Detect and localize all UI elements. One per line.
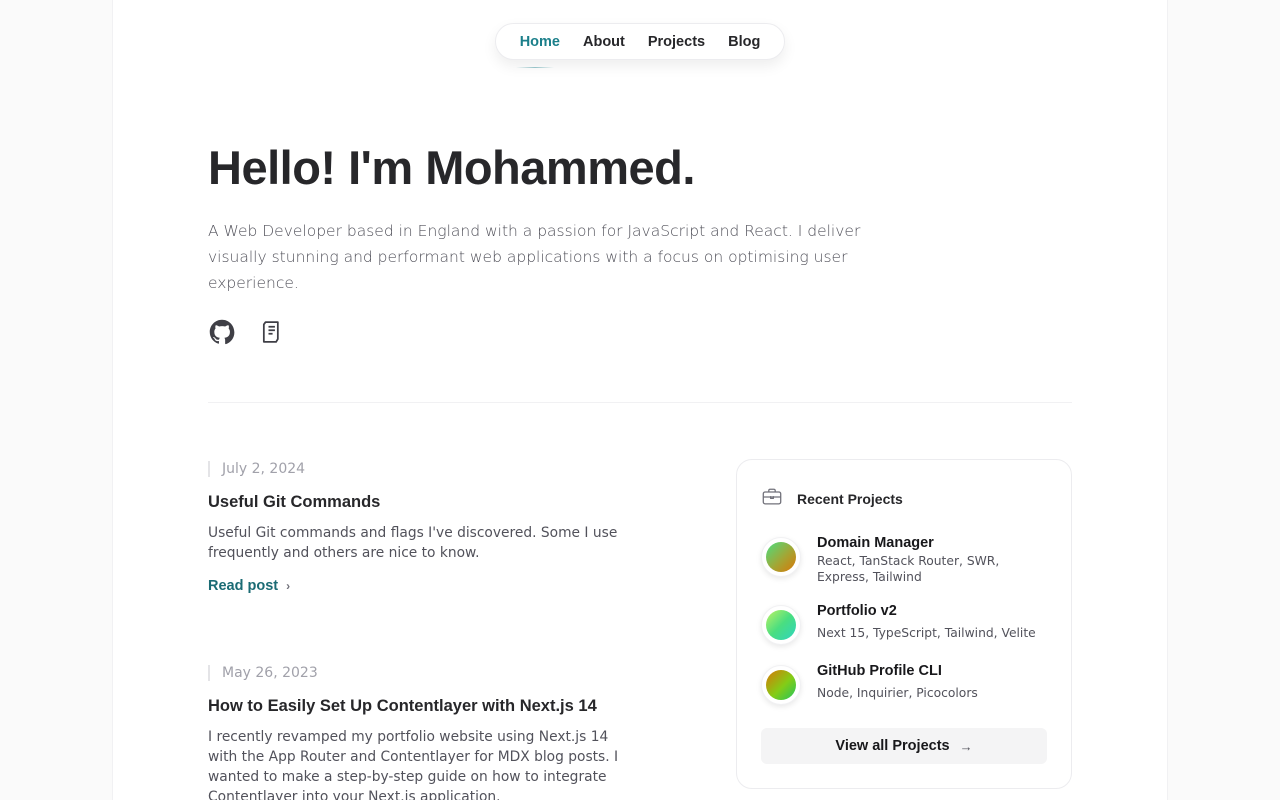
project-avatar bbox=[761, 605, 801, 645]
project-logo bbox=[766, 610, 796, 640]
project-avatar bbox=[761, 665, 801, 705]
section-divider bbox=[208, 402, 1072, 403]
social-links bbox=[208, 318, 286, 346]
read-post-link[interactable]: Read post › bbox=[208, 578, 290, 594]
hero-title: Hello! I'm Mohammed. bbox=[208, 141, 695, 194]
card-title: Recent Projects bbox=[797, 490, 903, 507]
project-avatar bbox=[761, 537, 801, 577]
arrow-right-icon: → bbox=[959, 738, 973, 754]
post-date: May 26, 2023 bbox=[208, 665, 648, 681]
project-name: Domain Manager bbox=[817, 535, 934, 551]
nav-projects[interactable]: Projects bbox=[648, 34, 705, 50]
nav-about[interactable]: About bbox=[583, 34, 625, 50]
chevron-right-icon: › bbox=[286, 579, 291, 593]
top-nav: Home About Projects Blog bbox=[495, 23, 785, 68]
github-icon[interactable] bbox=[208, 318, 236, 346]
briefcase-icon bbox=[761, 486, 783, 511]
blog-post: May 26, 2023 How to Easily Set Up Conten… bbox=[208, 665, 648, 800]
project-name: Portfolio v2 bbox=[817, 603, 897, 619]
project-stack: Next 15, TypeScript, Tailwind, Velite bbox=[817, 626, 1036, 640]
project-stack: React, TanStack Router, SWR, Express, Ta… bbox=[817, 554, 1000, 584]
project-stack: Node, Inquirier, Picocolors bbox=[817, 686, 978, 700]
nav-home[interactable]: Home bbox=[515, 34, 560, 68]
view-all-label: View all Projects bbox=[835, 738, 950, 754]
view-all-projects-button[interactable]: View all Projects → bbox=[761, 728, 1047, 764]
nav-blog[interactable]: Blog bbox=[728, 34, 760, 50]
post-date: July 2, 2024 bbox=[208, 461, 648, 477]
document-icon[interactable] bbox=[258, 318, 286, 346]
blog-post: July 2, 2024 Useful Git Commands Useful … bbox=[208, 461, 648, 594]
post-excerpt: I recently revamped my portfolio website… bbox=[208, 729, 619, 800]
post-excerpt: Useful Git commands and flags I've disco… bbox=[208, 525, 618, 561]
project-logo bbox=[766, 542, 796, 572]
project-logo bbox=[766, 670, 796, 700]
hero-description: A Web Developer based in England with a … bbox=[208, 222, 861, 292]
recent-projects-card: Recent Projects Domain Manager React, Ta… bbox=[736, 459, 1072, 789]
card-header: Recent Projects bbox=[761, 486, 903, 511]
post-title[interactable]: How to Easily Set Up Contentlayer with N… bbox=[208, 697, 648, 716]
read-post-label: Read post bbox=[208, 578, 279, 594]
project-name: GitHub Profile CLI bbox=[817, 663, 942, 679]
post-title[interactable]: Useful Git Commands bbox=[208, 493, 648, 512]
